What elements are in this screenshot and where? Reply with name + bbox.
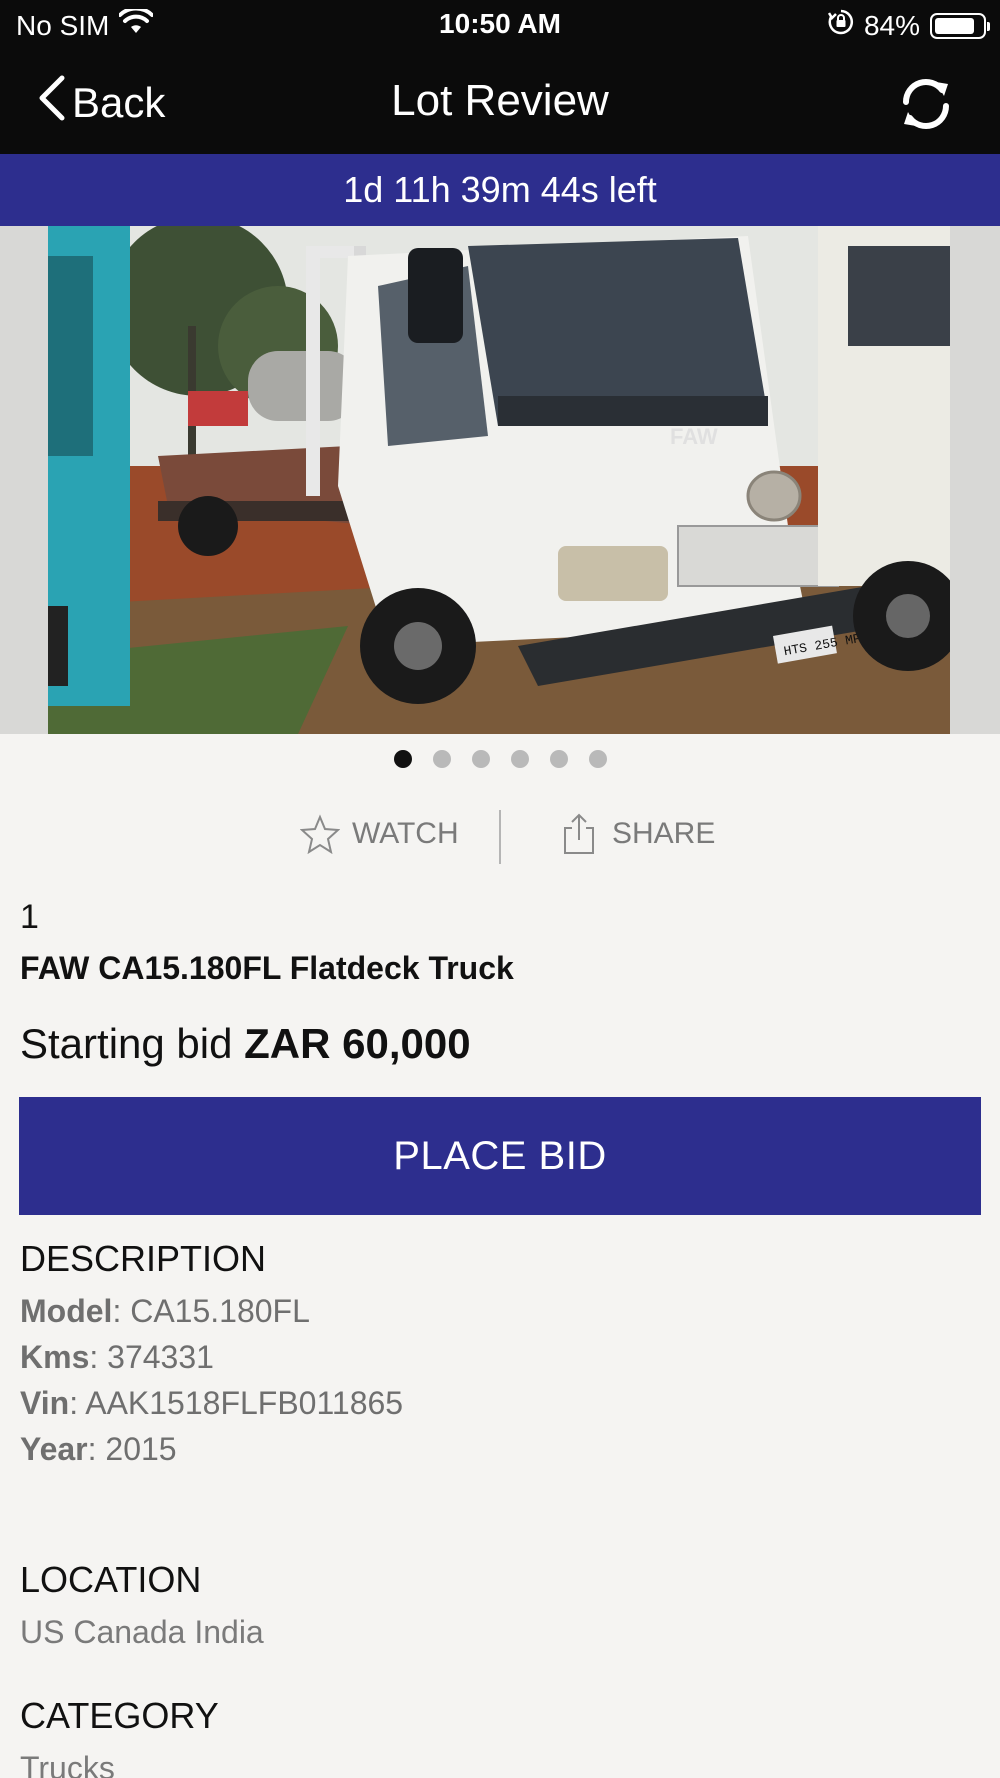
- description-value: 374331: [107, 1339, 214, 1375]
- gallery-dot[interactable]: [510, 750, 529, 768]
- lot-title: FAW CA15.180FL Flatdeck Truck: [20, 950, 514, 986]
- action-row: WATCH SHARE: [0, 810, 1000, 866]
- refresh-icon: [903, 79, 949, 129]
- description-key: Vin: [20, 1385, 70, 1421]
- gallery-dot[interactable]: [432, 750, 451, 768]
- gallery-dot[interactable]: [588, 750, 607, 768]
- description-item: Vin: AAK1518FLFB011865: [20, 1385, 404, 1421]
- status-right: 84%: [827, 9, 990, 42]
- share-button[interactable]: SHARE: [562, 812, 715, 856]
- description-value: 2015: [105, 1431, 177, 1467]
- description-item: Kms: 374331: [20, 1339, 214, 1375]
- orientation-lock-icon: [827, 9, 854, 42]
- location-heading: LOCATION: [20, 1559, 202, 1600]
- truck-photo[interactable]: FAW HTS 255 MP: [48, 226, 950, 734]
- status-bar: No SIM 10:50 AM 84%: [0, 0, 1000, 50]
- description-value: AAK1518FLFB011865: [85, 1385, 404, 1421]
- gallery-dot[interactable]: [393, 750, 412, 768]
- description-item: Model: CA15.180FL: [20, 1293, 310, 1329]
- battery-fill: [935, 17, 974, 34]
- category-value: Trucks: [20, 1750, 115, 1778]
- description-key: Kms: [20, 1339, 90, 1375]
- description-key: Year: [20, 1431, 88, 1467]
- gallery-dot[interactable]: [471, 750, 490, 768]
- description-key: Model: [20, 1293, 113, 1329]
- starting-bid-value: ZAR 60,000: [244, 1020, 471, 1067]
- lot-number: 1: [20, 898, 39, 936]
- place-bid-button[interactable]: PLACE BID: [19, 1097, 981, 1215]
- gallery-pagination: [0, 750, 1000, 768]
- battery-icon: [930, 12, 990, 39]
- watch-label: WATCH: [352, 817, 459, 850]
- starting-bid: Starting bid ZAR 60,000: [20, 1020, 471, 1068]
- refresh-button[interactable]: [896, 74, 956, 134]
- share-icon: [564, 813, 594, 854]
- share-label: SHARE: [612, 817, 716, 850]
- gallery-dot[interactable]: [549, 750, 568, 768]
- page-title: Lot Review: [391, 76, 609, 125]
- location-value: US Canada India: [20, 1614, 264, 1650]
- starting-bid-prefix: Starting bid: [20, 1020, 233, 1067]
- description-item: Year: 2015: [20, 1431, 177, 1467]
- battery-percent: 84%: [863, 9, 920, 41]
- photo-gallery[interactable]: FAW HTS 255 MP: [0, 226, 1000, 734]
- photo-brand-text: FAW: [670, 424, 718, 449]
- action-divider: [499, 810, 501, 864]
- navigation-bar: Back Lot Review: [0, 50, 1000, 154]
- description-heading: DESCRIPTION: [20, 1238, 267, 1279]
- description-value: CA15.180FL: [130, 1293, 310, 1329]
- watch-button[interactable]: WATCH: [300, 814, 459, 854]
- countdown-banner: 1d 11h 39m 44s left: [0, 154, 1000, 226]
- category-heading: CATEGORY: [20, 1695, 219, 1736]
- star-icon: [300, 814, 340, 854]
